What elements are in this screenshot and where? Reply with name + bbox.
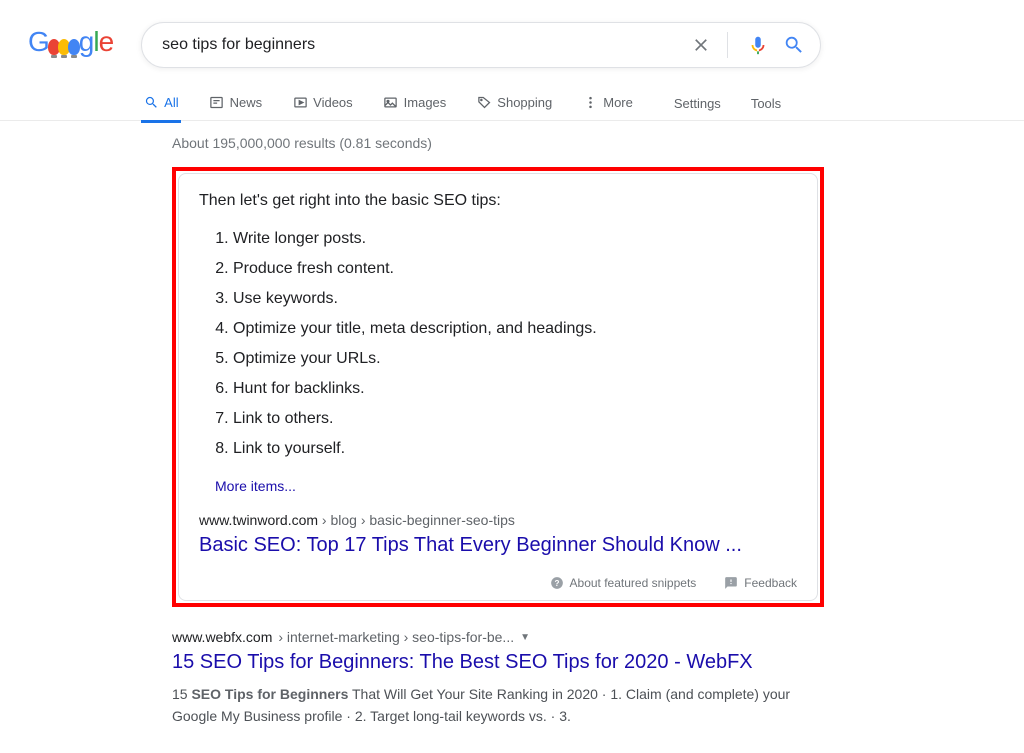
featured-snippet-highlight: Then let's get right into the basic SEO …: [172, 167, 824, 607]
svg-text:?: ?: [554, 579, 559, 588]
organic-result: www.webfx.com › internet-marketing › seo…: [172, 629, 824, 727]
image-icon: [383, 94, 399, 110]
snippet-heading: Then let's get right into the basic SEO …: [199, 192, 797, 210]
list-item: Link to others.: [233, 404, 797, 434]
result-stats: About 195,000,000 results (0.81 seconds): [172, 135, 824, 151]
featured-title-link[interactable]: Basic SEO: Top 17 Tips That Every Beginn…: [199, 532, 797, 558]
tab-images[interactable]: Images: [381, 86, 449, 123]
search-small-icon: [143, 94, 159, 110]
snippet-list: Write longer posts. Produce fresh conten…: [199, 224, 797, 464]
tools-link[interactable]: Tools: [751, 88, 781, 121]
tab-shopping[interactable]: Shopping: [474, 86, 554, 123]
tab-images-label: Images: [404, 95, 447, 110]
organic-breadcrumb: www.webfx.com › internet-marketing › seo…: [172, 629, 824, 645]
breadcrumb-domain: www.webfx.com: [172, 629, 272, 645]
list-item: Use keywords.: [233, 284, 797, 314]
tab-news[interactable]: News: [207, 86, 265, 123]
help-icon: ?: [550, 576, 564, 590]
list-item: Link to yourself.: [233, 434, 797, 464]
news-icon: [209, 94, 225, 110]
organic-title-link[interactable]: 15 SEO Tips for Beginners: The Best SEO …: [172, 649, 824, 675]
list-item: Optimize your URLs.: [233, 344, 797, 374]
tab-news-label: News: [230, 95, 263, 110]
search-icon[interactable]: [782, 33, 806, 57]
tag-icon: [476, 94, 492, 110]
breadcrumb-path: › blog › basic-beginner-seo-tips: [318, 512, 515, 528]
tab-more[interactable]: More: [580, 86, 635, 123]
search-divider: [727, 32, 728, 58]
about-featured-snippets-link[interactable]: ? About featured snippets: [550, 576, 697, 590]
tab-more-label: More: [603, 95, 633, 110]
result-menu-caret[interactable]: ▼: [520, 632, 530, 643]
tab-videos[interactable]: Videos: [290, 86, 355, 123]
clear-icon[interactable]: [689, 33, 713, 57]
feedback-icon: [724, 576, 738, 590]
list-item: Hunt for backlinks.: [233, 374, 797, 404]
doodle-bulbs-icon: [49, 30, 79, 62]
search-input[interactable]: [162, 36, 677, 54]
featured-snippet: Then let's get right into the basic SEO …: [178, 173, 818, 601]
list-item: Optimize your title, meta description, a…: [233, 314, 797, 344]
tab-all[interactable]: All: [141, 86, 180, 123]
voice-search-icon[interactable]: [746, 33, 770, 57]
breadcrumb-domain: www.twinword.com: [199, 512, 318, 528]
list-item: Produce fresh content.: [233, 254, 797, 284]
tab-shopping-label: Shopping: [497, 95, 552, 110]
more-dots-icon: [582, 94, 598, 110]
settings-link[interactable]: Settings: [674, 88, 721, 121]
video-icon: [292, 94, 308, 110]
organic-description: 15 SEO Tips for Beginners That Will Get …: [172, 683, 824, 727]
breadcrumb-path: › internet-marketing › seo-tips-for-be..…: [278, 629, 514, 645]
feedback-link[interactable]: Feedback: [724, 576, 797, 590]
tab-videos-label: Videos: [313, 95, 353, 110]
search-tabs: All News Videos Images Shopping More: [141, 86, 821, 123]
featured-breadcrumb: www.twinword.com › blog › basic-beginner…: [199, 512, 797, 528]
list-item: Write longer posts.: [233, 224, 797, 254]
search-box[interactable]: [141, 22, 821, 68]
more-items-link[interactable]: More items...: [215, 478, 797, 494]
google-logo[interactable]: Ggle: [28, 26, 113, 62]
tab-all-label: All: [164, 95, 178, 110]
